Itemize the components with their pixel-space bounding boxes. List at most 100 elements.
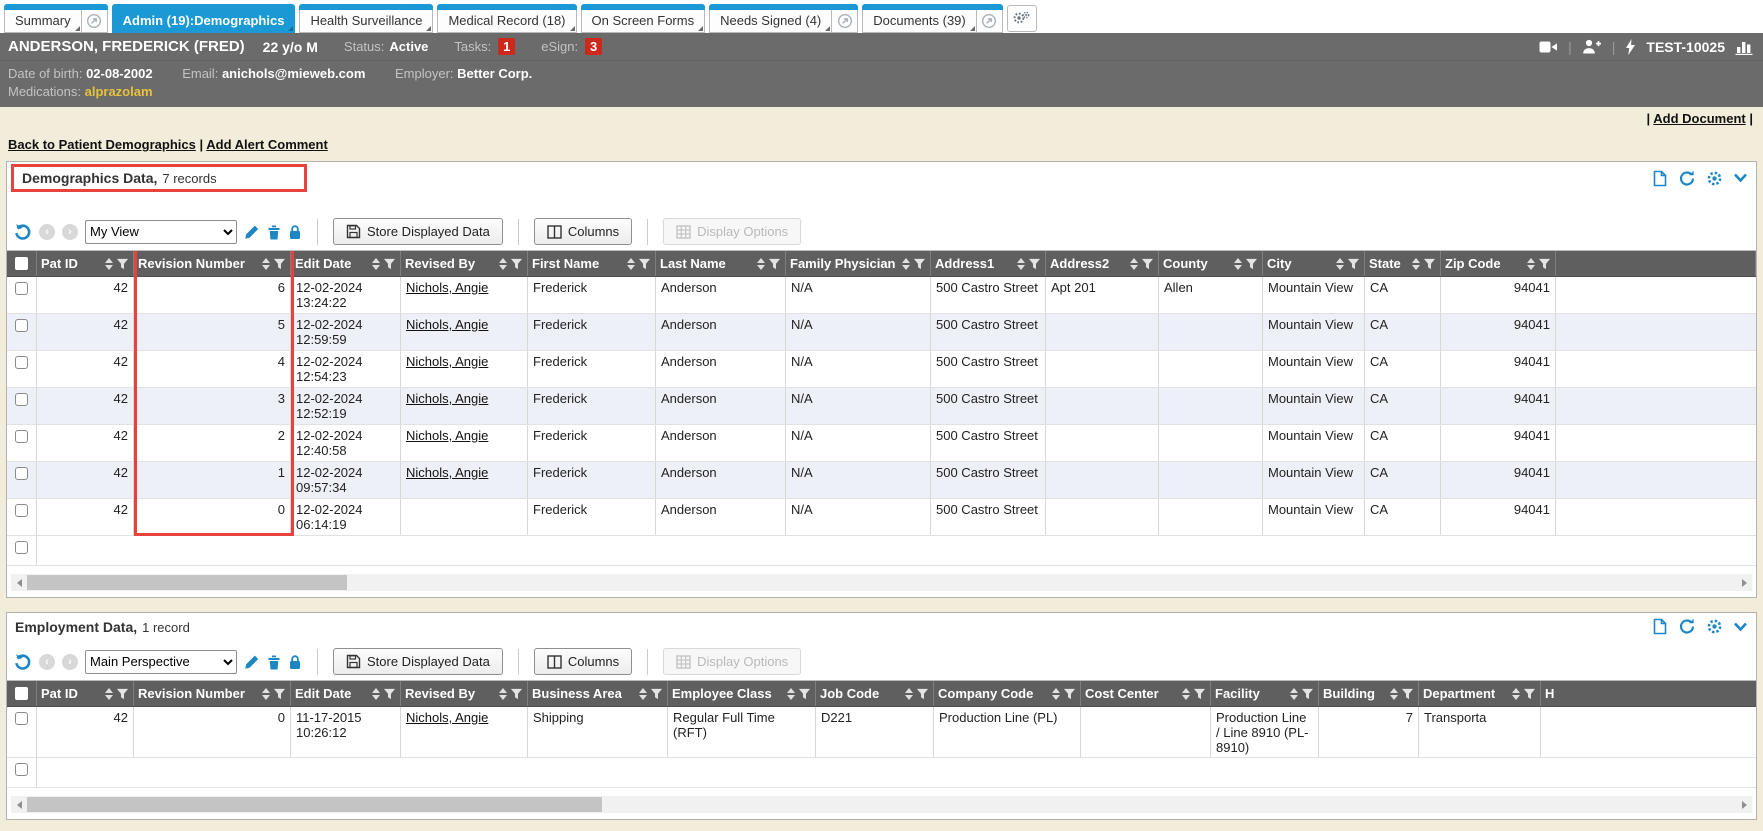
back-to-demographics-link[interactable]: Back to Patient Demographics [8, 137, 196, 152]
filter-funnel-icon[interactable] [1028, 258, 1041, 270]
filter-funnel-icon[interactable] [1245, 258, 1258, 270]
sort-icon[interactable] [105, 688, 113, 700]
sort-icon[interactable] [105, 258, 113, 270]
sort-icon[interactable] [372, 258, 380, 270]
display-options-button[interactable]: Display Options [663, 648, 801, 675]
column-header-first-name[interactable]: First Name [528, 251, 656, 276]
refresh-icon[interactable] [1678, 618, 1696, 635]
filter-funnel-icon[interactable] [650, 688, 663, 700]
revised-by-link[interactable]: Nichols, Angie [406, 354, 488, 369]
lightning-icon[interactable] [1625, 39, 1636, 55]
popout-icon[interactable] [82, 10, 108, 33]
sort-icon[interactable] [499, 688, 507, 700]
select-all-checkbox[interactable] [15, 257, 28, 270]
chart-settings-gear-button[interactable] [1007, 5, 1037, 32]
sort-icon[interactable] [1527, 258, 1535, 270]
medications-value[interactable]: alprazolam [85, 84, 153, 99]
column-header-company-code[interactable]: Company Code [934, 681, 1081, 706]
filter-funnel-icon[interactable] [1347, 258, 1360, 270]
tab-on-screen-forms[interactable]: On Screen Forms [581, 10, 706, 33]
select-all-checkbox[interactable] [15, 687, 28, 700]
sort-icon[interactable] [639, 688, 647, 700]
sort-icon[interactable] [1512, 688, 1520, 700]
filter-funnel-icon[interactable] [116, 258, 129, 270]
column-header-job-code[interactable]: Job Code [816, 681, 934, 706]
column-header-business-area[interactable]: Business Area [528, 681, 668, 706]
nav-back-icon[interactable]: ‹ [39, 224, 55, 240]
undo-icon[interactable] [13, 223, 32, 241]
collapse-chevron-icon[interactable] [1733, 622, 1748, 632]
filter-funnel-icon[interactable] [1063, 688, 1076, 700]
row-checkbox[interactable] [15, 712, 28, 725]
column-header-last-name[interactable]: Last Name [656, 251, 786, 276]
row-checkbox[interactable] [15, 430, 28, 443]
scrollbar-thumb[interactable] [27, 575, 347, 590]
sort-icon[interactable] [1182, 688, 1190, 700]
column-header-revision-number[interactable]: Revision Number [134, 251, 291, 276]
store-displayed-data-button[interactable]: Store Displayed Data [333, 648, 503, 675]
collapse-chevron-icon[interactable] [1733, 173, 1748, 183]
sort-icon[interactable] [787, 688, 795, 700]
filter-funnel-icon[interactable] [273, 688, 286, 700]
filter-funnel-icon[interactable] [913, 258, 926, 270]
add-alert-comment-link[interactable]: Add Alert Comment [206, 137, 328, 152]
column-header-zip-code[interactable]: Zip Code [1441, 251, 1556, 276]
sort-icon[interactable] [372, 688, 380, 700]
column-header-employee-class[interactable]: Employee Class [668, 681, 816, 706]
row-checkbox[interactable] [15, 541, 28, 554]
settings-gear-icon[interactable] [1706, 618, 1723, 635]
filter-funnel-icon[interactable] [798, 688, 811, 700]
filter-funnel-icon[interactable] [1193, 688, 1206, 700]
column-header-cost-center[interactable]: Cost Center [1081, 681, 1211, 706]
filter-funnel-icon[interactable] [273, 258, 286, 270]
add-person-icon[interactable] [1582, 39, 1602, 54]
revised-by-link[interactable]: Nichols, Angie [406, 391, 488, 406]
refresh-icon[interactable] [1678, 170, 1696, 187]
nav-forward-icon[interactable]: › [62, 654, 78, 670]
column-header-county[interactable]: County [1159, 251, 1263, 276]
tab-documents-39[interactable]: Documents (39) [862, 10, 976, 33]
demographics-horizontal-scrollbar[interactable] [11, 574, 1752, 591]
row-checkbox[interactable] [15, 319, 28, 332]
filter-funnel-icon[interactable] [510, 258, 523, 270]
filter-funnel-icon[interactable] [1538, 258, 1551, 270]
column-header-pat-id[interactable]: Pat ID [37, 251, 134, 276]
delete-view-trash-icon[interactable] [267, 224, 281, 240]
sort-icon[interactable] [1390, 688, 1398, 700]
row-checkbox[interactable] [15, 356, 28, 369]
column-header-city[interactable]: City [1263, 251, 1365, 276]
tab-summary[interactable]: Summary [4, 10, 82, 33]
column-header-edit-date[interactable]: Edit Date [291, 681, 401, 706]
revised-by-link[interactable]: Nichols, Angie [406, 280, 488, 295]
column-header-pat-id[interactable]: Pat ID [37, 681, 134, 706]
column-header-building[interactable]: Building [1319, 681, 1419, 706]
scroll-right-arrow[interactable] [1736, 796, 1752, 813]
tab-admin-19-demographics[interactable]: Admin (19):Demographics [112, 10, 296, 33]
column-header-revised-by[interactable]: Revised By [401, 251, 528, 276]
column-header-family-physician[interactable]: Family Physician [786, 251, 931, 276]
video-call-icon[interactable] [1539, 40, 1558, 54]
store-displayed-data-button[interactable]: Store Displayed Data [333, 218, 503, 245]
view-select[interactable]: Main Perspective [85, 650, 237, 674]
settings-gear-icon[interactable] [1706, 170, 1723, 187]
filter-funnel-icon[interactable] [383, 688, 396, 700]
display-options-button[interactable]: Display Options [663, 218, 801, 245]
tab-needs-signed-4[interactable]: Needs Signed (4) [709, 10, 832, 33]
filter-funnel-icon[interactable] [383, 258, 396, 270]
nav-back-icon[interactable]: ‹ [39, 654, 55, 670]
row-checkbox[interactable] [15, 393, 28, 406]
sort-icon[interactable] [262, 688, 270, 700]
scrollbar-thumb[interactable] [27, 797, 602, 812]
add-document-link[interactable]: Add Document [1653, 111, 1745, 126]
scroll-left-arrow[interactable] [11, 796, 27, 813]
column-header-address1[interactable]: Address1 [931, 251, 1046, 276]
sort-icon[interactable] [1017, 258, 1025, 270]
esign-count-badge[interactable]: 3 [585, 38, 602, 55]
filter-funnel-icon[interactable] [1523, 688, 1536, 700]
filter-funnel-icon[interactable] [1423, 258, 1436, 270]
revised-by-link[interactable]: Nichols, Angie [406, 710, 488, 725]
sort-icon[interactable] [499, 258, 507, 270]
new-document-icon[interactable] [1652, 618, 1668, 635]
column-header-address2[interactable]: Address2 [1046, 251, 1159, 276]
scroll-left-arrow[interactable] [11, 574, 27, 591]
